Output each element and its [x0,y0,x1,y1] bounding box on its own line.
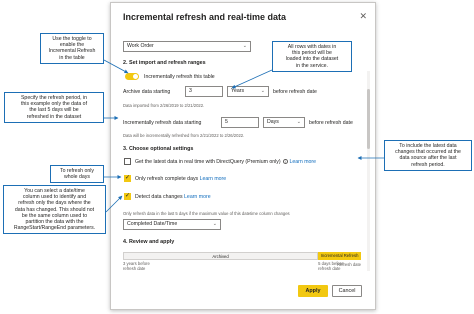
callout-archive: All rows with dates in this period will … [272,41,352,72]
refresh-timeline: Archived Incremental Refresh [123,252,361,260]
complete-days-label: Only refresh complete days [135,176,199,182]
chevron-down-icon: ⌄ [212,221,217,227]
callout-toggle: Use the toggle to enable the Incremental… [40,33,104,64]
archive-value-input[interactable]: 3 [185,86,223,97]
section-import-refresh-ranges: 2. Set import and refresh ranges [123,60,206,66]
chevron-down-icon: ⌄ [296,119,301,125]
close-icon[interactable]: ✕ [359,11,367,21]
archive-suffix: before refresh date [273,89,317,95]
incremental-suffix: before refresh date [309,120,353,126]
realtime-checkbox[interactable] [124,158,131,165]
detect-changes-label: Detect data changes [135,194,183,200]
scrollbar-thumb[interactable] [367,89,370,149]
detect-column-select[interactable]: Completed Date/Time ⌄ [123,219,221,230]
detect-learn-more-link[interactable]: Learn more [184,194,211,200]
callout-incremental: Specify the refresh period, in this exam… [4,92,104,123]
complete-days-checkbox[interactable] [124,174,131,182]
toggle-knob [133,74,138,79]
cancel-button[interactable]: Cancel [332,285,362,297]
complete-days-option: Only refresh complete days Learn more [135,176,226,182]
chevron-down-icon: ⌄ [242,43,247,49]
realtime-option: Get the latest data in real time with Di… [135,159,316,165]
table-select[interactable]: Work Order ⌄ [123,41,251,52]
callout-complete-days: To refresh only whole days [50,165,104,184]
detect-changes-option: Detect data changes Learn more [135,194,211,200]
realtime-learn-more-link[interactable]: Learn more [290,159,317,165]
complete-days-learn-more-link[interactable]: Learn more [200,176,227,182]
table-select-value: Work Order [127,43,154,49]
incremental-unit-value: Days [267,119,279,125]
incremental-note: Data will be incrementally refreshed fro… [123,133,245,138]
section-review-apply: 4. Review and apply [123,239,175,245]
callout-realtime: To include the latest data changes that … [384,140,472,171]
timeline-incremental-segment: Incremental Refresh [318,252,361,260]
detect-changes-checkbox[interactable] [124,192,131,200]
chevron-down-icon: ⌄ [260,88,265,94]
detect-column-value: Completed Date/Time [127,221,178,227]
info-icon: i [283,159,289,165]
detect-note: Only refresh data in the last 5 days if … [123,211,290,216]
timeline-left-note: 3 years before refresh date [123,261,150,271]
archive-label: Archive data starting [123,89,171,95]
archive-unit-select[interactable]: Years ⌄ [227,86,269,97]
incremental-refresh-toggle[interactable] [125,73,139,80]
timeline-right-note: Refresh date [337,262,361,267]
incremental-unit-select[interactable]: Days ⌄ [263,117,305,128]
incremental-label: Incrementally refresh data starting [123,120,202,126]
apply-button[interactable]: Apply [298,285,328,297]
section-optional-settings: 3. Choose optional settings [123,146,194,152]
toggle-label: Incrementally refresh this table [144,74,215,80]
archive-unit-value: Years [231,88,245,94]
archive-note: Data imported from 2/26/2019 to 2/21/202… [123,103,205,108]
timeline-archived-segment: Archived [123,252,319,260]
dialog-title: Incremental refresh and real-time data [123,12,287,22]
callout-detect: You can select a date/time column used t… [3,185,106,235]
realtime-option-label: Get the latest data in real time with Di… [135,159,281,165]
incremental-value-input[interactable]: 5 [221,117,259,128]
